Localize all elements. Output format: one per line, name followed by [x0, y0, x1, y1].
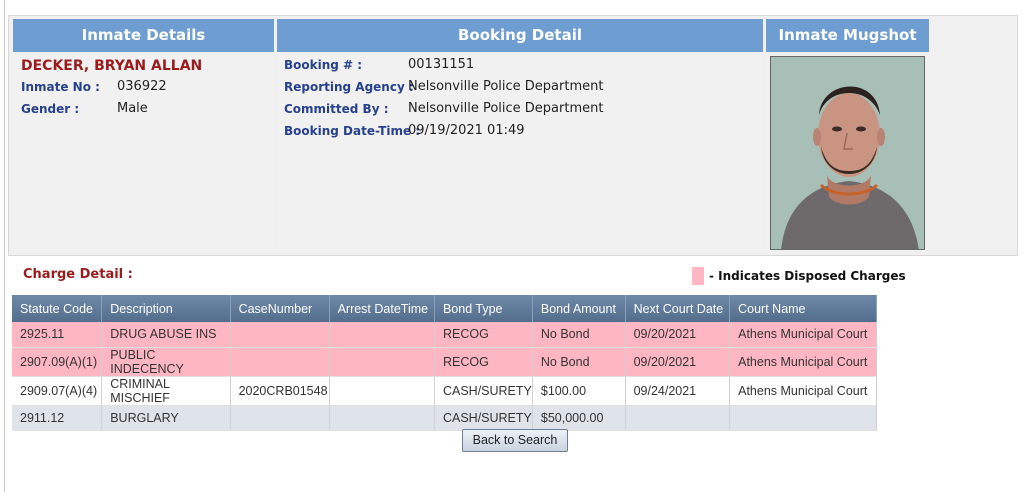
table-cell: 2911.12: [12, 405, 103, 431]
charges-header-row: Statute Code Description CaseNumber Arre…: [12, 295, 877, 322]
mugshot-photo: [770, 56, 925, 250]
column-header: Arrest DateTime: [329, 295, 435, 322]
table-cell: [230, 405, 330, 431]
disposed-legend-label: - Indicates Disposed Charges: [709, 269, 906, 283]
table-cell: $50,000.00: [532, 405, 626, 431]
table-cell: Athens Municipal Court: [729, 322, 877, 348]
table-cell: [625, 405, 731, 431]
column-header: Court Name: [729, 295, 877, 322]
table-cell: 09/20/2021: [625, 347, 731, 377]
table-row: 2907.09(A)(1) PUBLIC INDECENCY RECOG No …: [12, 347, 877, 377]
mugshot-panel: Inmate Mugshot: [766, 19, 929, 252]
column-header: Bond Amount: [532, 295, 626, 322]
table-cell: 09/20/2021: [625, 322, 731, 348]
table-row: 2925.11 DRUG ABUSE INS RECOG No Bond 09/…: [12, 322, 877, 348]
table-cell: No Bond: [532, 322, 626, 348]
booking-no-label: Booking # :: [284, 58, 363, 72]
committed-value: Nelsonville Police Department: [408, 101, 604, 116]
inmate-no-value: 036922: [117, 79, 167, 94]
column-header: Bond Type: [434, 295, 533, 322]
inmate-no-label: Inmate No :: [21, 80, 100, 94]
booking-summary: Inmate Details DECKER, BRYAN ALLAN Inmat…: [8, 15, 1018, 256]
table-cell: BURGLARY: [101, 405, 231, 431]
table-cell: [329, 405, 435, 431]
back-to-search-button[interactable]: Back to Search: [462, 429, 568, 452]
table-cell: Athens Municipal Court: [729, 347, 877, 377]
mugshot-illustration: [771, 57, 924, 249]
table-cell: [729, 405, 877, 431]
booking-datetime-row: Booking Date-Time : 09/19/2021 01:49: [277, 121, 763, 143]
charges-table: Statute Code Description CaseNumber Arre…: [12, 295, 877, 431]
booking-no-value: 00131151: [408, 57, 475, 72]
gender-row: Gender : Male: [13, 99, 274, 121]
table-cell: 2907.09(A)(1): [12, 347, 103, 377]
inmate-details-panel: Inmate Details DECKER, BRYAN ALLAN Inmat…: [13, 19, 274, 252]
charge-detail-title: Charge Detail :: [23, 267, 133, 282]
table-cell: RECOG: [434, 322, 533, 348]
table-row: 2911.12 BURGLARY CASH/SURETY $50,000.00: [12, 405, 877, 431]
committed-row: Committed By : Nelsonville Police Depart…: [277, 99, 763, 121]
gender-value: Male: [117, 101, 148, 116]
agency-value: Nelsonville Police Department: [408, 79, 604, 94]
inmate-details-header: Inmate Details: [13, 19, 274, 52]
booking-detail-panel: Booking Detail Booking # : 00131151 Repo…: [277, 19, 763, 252]
table-cell: [230, 322, 330, 348]
table-cell: 2925.11: [12, 322, 103, 348]
table-cell: [329, 322, 435, 348]
disposed-color-swatch: [692, 267, 704, 285]
column-header: Next Court Date: [625, 295, 731, 322]
table-cell: [329, 376, 435, 406]
gender-label: Gender :: [21, 102, 80, 116]
booking-datetime-value: 09/19/2021 01:49: [408, 123, 525, 138]
disposed-legend: - Indicates Disposed Charges: [692, 267, 906, 285]
table-cell: $100.00: [532, 376, 626, 406]
table-cell: No Bond: [532, 347, 626, 377]
table-cell: Athens Municipal Court: [729, 376, 877, 406]
table-cell: CASH/SURETY: [434, 376, 533, 406]
agency-label: Reporting Agency :: [284, 80, 414, 94]
table-cell: PUBLIC INDECENCY: [101, 347, 231, 377]
table-cell: RECOG: [434, 347, 533, 377]
table-cell: 2909.07(A)(4): [12, 376, 103, 406]
table-cell: CASH/SURETY: [434, 405, 533, 431]
table-cell: CRIMINAL MISCHIEF: [101, 376, 231, 406]
inmate-name: DECKER, BRYAN ALLAN: [21, 58, 203, 74]
agency-row: Reporting Agency : Nelsonville Police De…: [277, 77, 763, 99]
inmate-no-row: Inmate No : 036922: [13, 77, 274, 99]
booking-detail-header: Booking Detail: [277, 19, 763, 52]
column-header: Description: [101, 295, 231, 322]
table-row: 2909.07(A)(4) CRIMINAL MISCHIEF 2020CRB0…: [12, 376, 877, 406]
committed-label: Committed By :: [284, 102, 389, 116]
table-cell: 09/24/2021: [625, 376, 731, 406]
booking-no-row: Booking # : 00131151: [277, 55, 763, 77]
table-cell: DRUG ABUSE INS: [101, 322, 231, 348]
table-cell: [329, 347, 435, 377]
column-header: CaseNumber: [230, 295, 330, 322]
mugshot-header: Inmate Mugshot: [766, 19, 929, 52]
booking-datetime-label: Booking Date-Time :: [284, 124, 421, 138]
column-header: Statute Code: [12, 295, 103, 322]
table-cell: [230, 347, 330, 377]
table-cell: 2020CRB01548: [230, 376, 330, 406]
